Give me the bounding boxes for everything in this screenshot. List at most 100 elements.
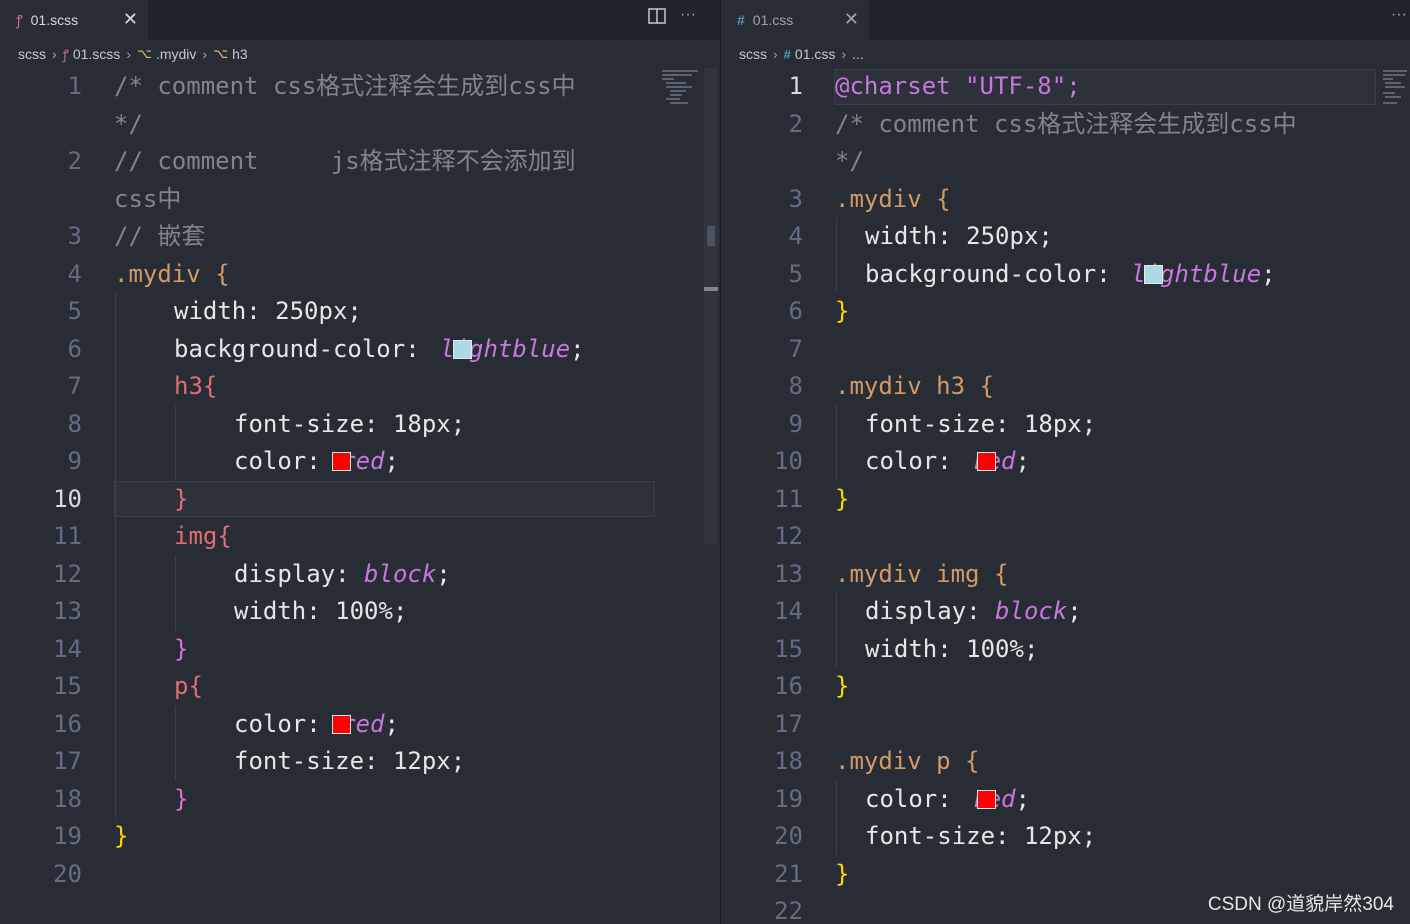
line-number: 5	[67, 297, 82, 325]
sass-icon: ꝭ	[62, 47, 69, 62]
line-number: 6	[788, 297, 803, 325]
line-number: 7	[788, 334, 803, 363]
close-icon[interactable]: ✕	[844, 9, 859, 30]
code-text: width: 100%;	[865, 634, 1039, 663]
line-number: 2	[67, 147, 82, 175]
line-number: 18	[53, 784, 82, 813]
css-hash-icon: #	[783, 46, 791, 62]
code-text: */	[114, 109, 143, 138]
breadcrumb-left: scss › ꝭ 01.scss › ⌥ .mydiv › ⌥ h3	[0, 40, 720, 68]
indent-guide	[836, 405, 837, 480]
line-number: 9	[788, 409, 803, 438]
scrollbar-thumb[interactable]	[707, 226, 715, 246]
breadcrumb-right: scss › # 01.css › ...	[721, 40, 1410, 68]
code-text: font-size: 18px;	[234, 409, 466, 438]
code-text: display: block;	[234, 559, 451, 588]
watermark: CSDN @道貌岸然304	[1207, 894, 1394, 915]
more-actions-icon[interactable]: ···	[1391, 6, 1407, 24]
line-number: 18	[774, 747, 803, 775]
chevron-right-icon: ›	[52, 46, 57, 62]
code-text: */	[835, 147, 864, 175]
editor-pane-right: # 01.css ✕ ··· scss › # 01.css › ... 1 @c…	[720, 0, 1410, 924]
breadcrumb-item[interactable]: 01.scss	[73, 46, 120, 62]
breadcrumb-item[interactable]: ...	[852, 46, 864, 62]
line-number: 6	[67, 334, 82, 363]
color-swatch-red-icon[interactable]	[332, 452, 351, 471]
line-number: 3	[788, 184, 803, 213]
indent-guide	[175, 556, 176, 631]
close-icon[interactable]: ✕	[123, 9, 138, 30]
code-text: }	[835, 859, 850, 888]
code-text: width: 250px;	[865, 222, 1053, 250]
code-text: css中	[114, 184, 182, 213]
indent-guide	[836, 780, 837, 855]
chevron-right-icon: ›	[841, 46, 847, 62]
indent-guide	[836, 593, 837, 668]
code-text: }	[114, 822, 129, 850]
minimap-left[interactable]	[662, 70, 702, 110]
line-number: 15	[53, 672, 82, 700]
minimap-right[interactable]	[1383, 70, 1409, 110]
code-text: background-color: lightblue;	[174, 334, 585, 363]
tab-01-scss[interactable]: ꝭ 01.scss ✕	[0, 0, 148, 40]
line-number: 19	[774, 784, 803, 813]
split-editor-icon[interactable]	[648, 8, 666, 29]
code-text: width: 100%;	[234, 597, 408, 625]
code-text: .mydiv p {	[835, 747, 980, 775]
code-text: h3{	[174, 372, 218, 400]
indent-guide	[175, 706, 176, 781]
editor-pane-left: ꝭ 01.scss ✕ ··· scss › ꝭ 01.scss › ⌥ .my…	[0, 0, 720, 924]
code-text: }	[174, 634, 189, 663]
line-number: 12	[53, 559, 82, 588]
code-text: font-size: 18px;	[865, 409, 1097, 438]
color-swatch-red-icon[interactable]	[977, 452, 996, 471]
breadcrumb-item[interactable]: 01.css	[795, 46, 835, 62]
color-swatch-red-icon[interactable]	[332, 714, 351, 734]
code-text: color: red;	[865, 784, 1030, 813]
line-number: 13	[774, 559, 803, 588]
tab-bar-right: # 01.css ✕ ···	[721, 0, 1410, 40]
color-swatch-lightblue-icon[interactable]	[1144, 264, 1163, 284]
chevron-right-icon: ›	[202, 46, 208, 62]
indent-guide	[175, 406, 176, 481]
code-text: }	[174, 484, 189, 513]
breadcrumb-item[interactable]: scss	[18, 46, 46, 62]
breadcrumb-item[interactable]: scss	[739, 46, 767, 62]
line-number-active: 10	[53, 484, 82, 513]
breadcrumb-item[interactable]: h3	[232, 46, 248, 62]
color-swatch-red-icon[interactable]	[977, 789, 996, 809]
code-text: /* comment css格式注释会生成到css中	[114, 72, 576, 100]
tab-bar-left: ꝭ 01.scss ✕ ···	[0, 0, 720, 40]
chevron-right-icon: ›	[126, 46, 131, 62]
line-number: 9	[67, 447, 82, 475]
code-text: width: 250px;	[174, 297, 362, 325]
code-text: p{	[174, 672, 203, 700]
line-number: 5	[788, 259, 803, 288]
code-text: }	[835, 672, 850, 700]
line-number: 22	[774, 897, 803, 924]
color-swatch-lightblue-icon[interactable]	[453, 339, 472, 359]
code-text: .mydiv {	[835, 184, 951, 213]
code-text: // 嵌套	[114, 222, 206, 250]
more-actions-icon[interactable]: ···	[680, 6, 696, 24]
code-text: img{	[174, 522, 232, 550]
code-text: font-size: 12px;	[234, 747, 466, 775]
code-text: // comment js格式注释不会添加到	[114, 147, 576, 175]
line-number: 10	[774, 447, 803, 475]
line-number: 4	[788, 222, 803, 250]
code-text: .mydiv h3 {	[835, 372, 994, 400]
tab-01-css[interactable]: # 01.css ✕	[721, 0, 869, 40]
breadcrumb-item[interactable]: .mydiv	[156, 46, 196, 62]
line-number: 15	[774, 634, 803, 663]
line-number: 21	[774, 859, 803, 888]
line-number: 8	[67, 409, 82, 438]
line-number: 12	[774, 522, 803, 550]
code-text: }	[174, 784, 189, 813]
vertical-scrollbar[interactable]	[704, 68, 718, 544]
tab-label: 01.scss	[30, 12, 79, 28]
code-text: display: block;	[865, 597, 1082, 625]
line-number: 4	[67, 259, 82, 288]
code-text: font-size: 12px;	[865, 822, 1097, 850]
line-number: 7	[67, 372, 82, 400]
line-number: 11	[53, 522, 82, 550]
